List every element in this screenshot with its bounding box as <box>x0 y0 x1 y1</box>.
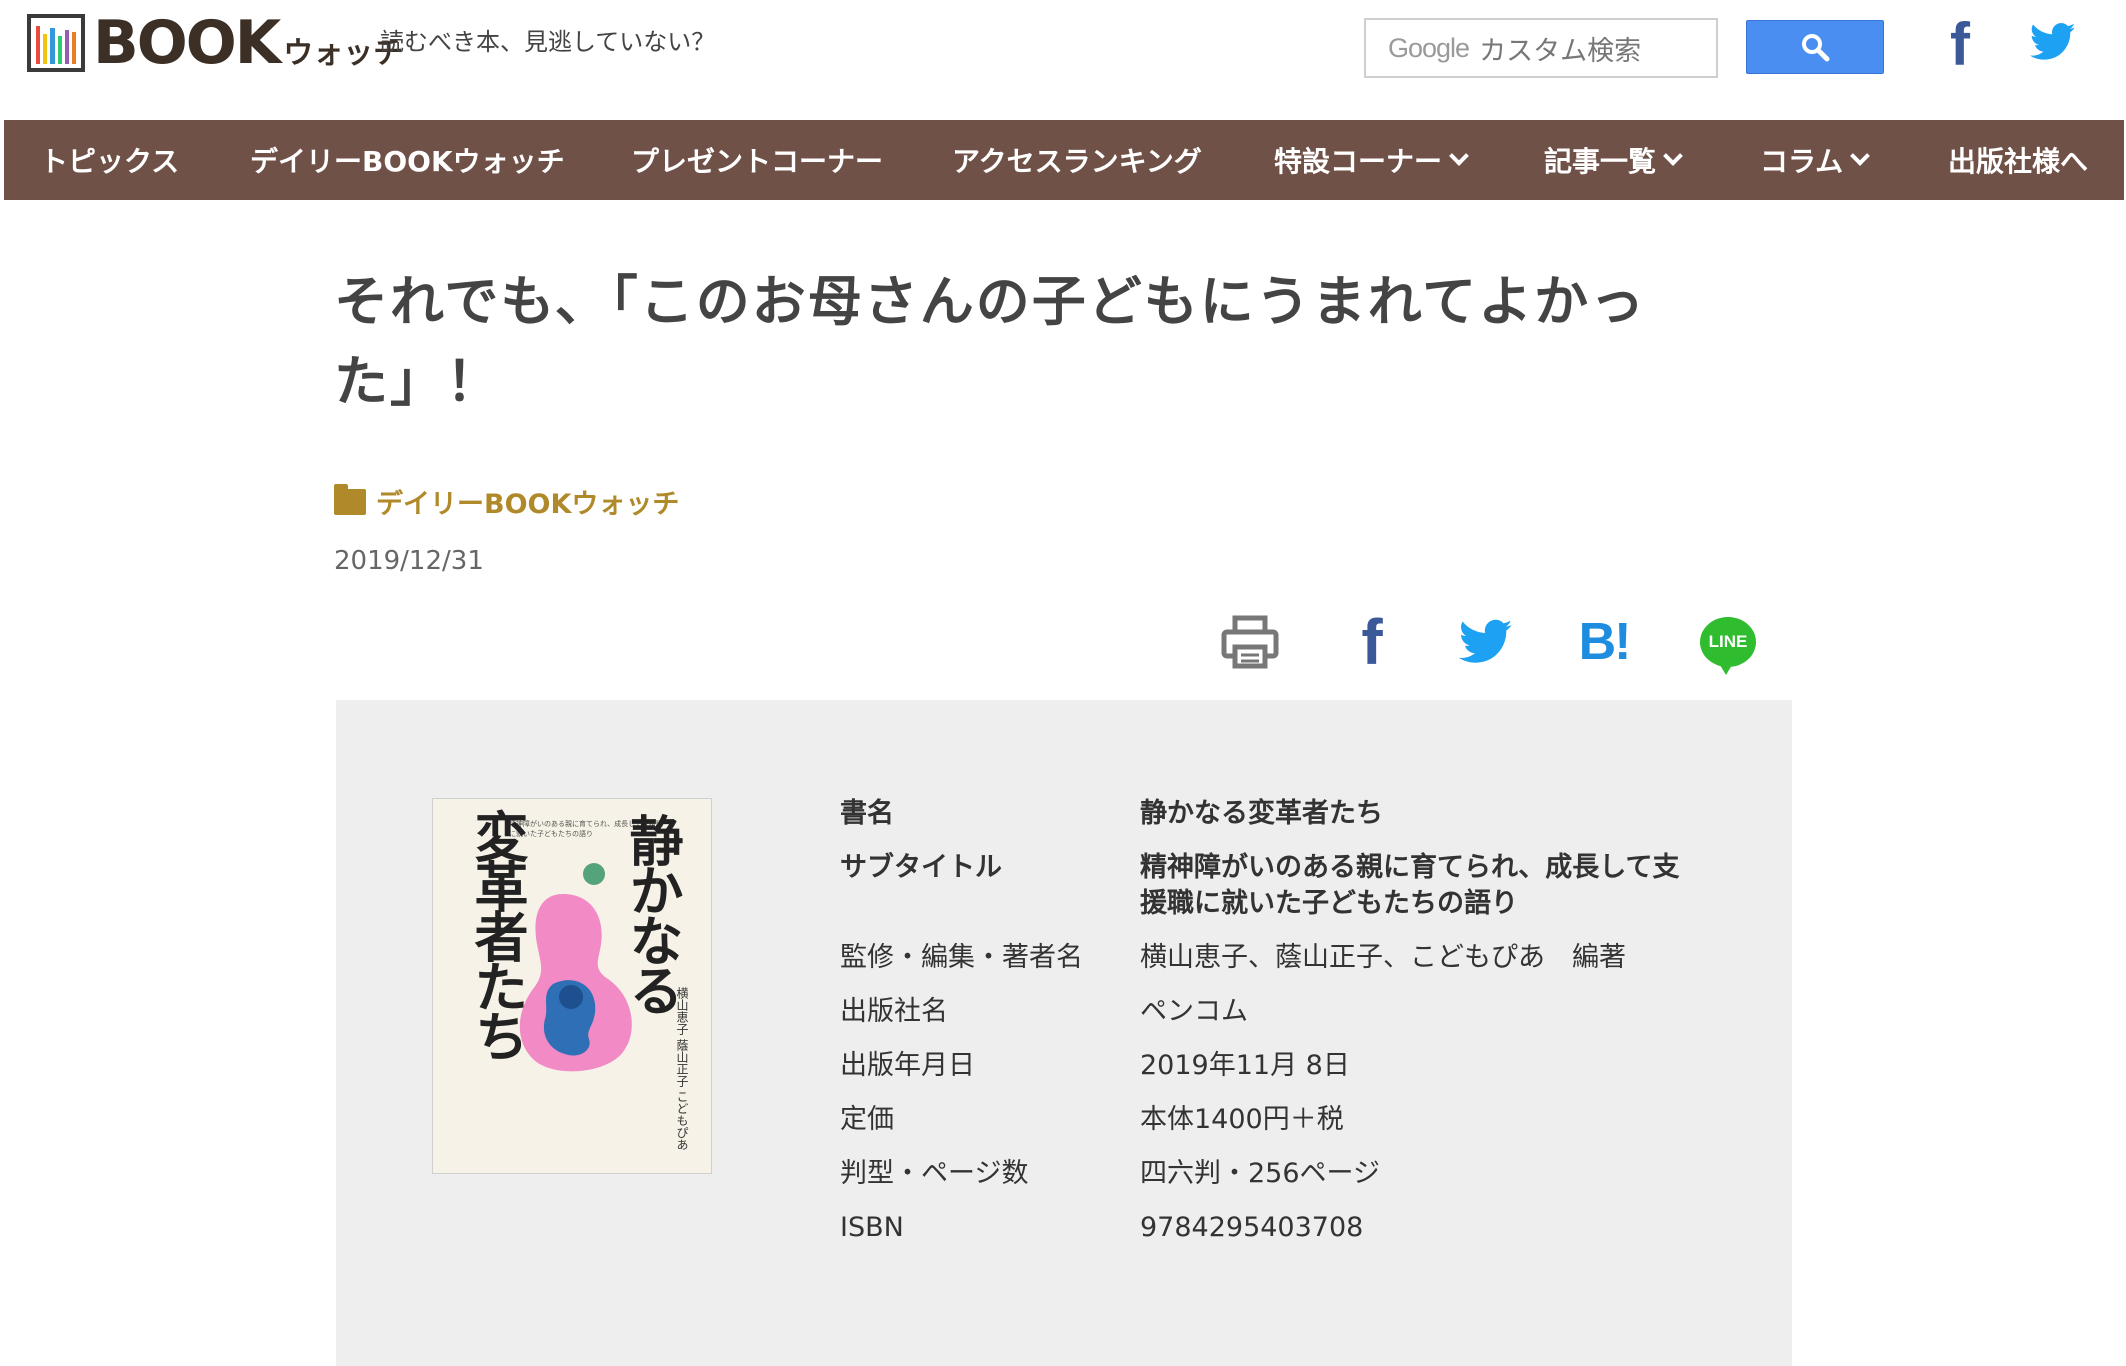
table-row: ISBN 9784295403708 <box>840 1210 1700 1246</box>
share-facebook-icon[interactable]: f <box>1352 606 1392 678</box>
table-row: 書名 静かなる変革者たち <box>840 796 1700 832</box>
book-info-panel: 精神障がいのある親に育てられ、成長して支援職に就いた子どもたちの語り 静かなる … <box>336 700 1792 1366</box>
table-row: 判型・ページ数 四六判・256ページ <box>840 1156 1700 1192</box>
nav-label: 出版社様へ <box>1948 145 2089 178</box>
nav-item-articles[interactable]: 記事一覧 <box>1544 120 1683 200</box>
row-key: 書名 <box>840 798 894 829</box>
article-title-line2: た」！ <box>334 350 502 413</box>
nav-label: トピックス <box>40 145 180 178</box>
chevron-down-icon <box>1663 146 1683 166</box>
table-row: 監修・編集・著者名 横山恵子、蔭山正子、こどもぴあ 編著 <box>840 940 1700 976</box>
search-button[interactable] <box>1746 20 1884 74</box>
print-icon <box>1221 615 1279 669</box>
nav-label: 特設コーナー <box>1274 145 1443 178</box>
nav-label: 記事一覧 <box>1544 145 1657 178</box>
book-details-table: 書名 静かなる変革者たち サブタイトル 精神障がいのある親に育てられ、成長して支… <box>840 796 1700 1264</box>
nav-item-publishers[interactable]: 出版社様へ <box>1948 120 2088 200</box>
facebook-icon[interactable]: f <box>1950 10 1970 79</box>
nav-item-topics[interactable]: トピックス <box>40 120 179 200</box>
nav-item-special[interactable]: 特設コーナー <box>1274 120 1469 200</box>
search-icon <box>1802 34 1830 62</box>
site-header: BOOK ウォッチ 読むべき本、見逃していない？ Google カスタム検索 f <box>0 0 2126 120</box>
table-row: サブタイトル 精神障がいのある親に育てられ、成長して支援職に就いた子どもたちの語… <box>840 850 1700 922</box>
nav-item-daily[interactable]: デイリーBOOKウォッチ <box>250 120 565 200</box>
nav-label: デイリーBOOKウォッチ <box>250 145 565 178</box>
row-key: 出版社名 <box>840 996 948 1027</box>
table-row: 出版年月日 2019年11月 8日 <box>840 1048 1700 1084</box>
logo-text: BOOK <box>93 8 281 78</box>
row-value: 静かなる変革者たち <box>1140 798 1383 829</box>
row-value: 2019年11月 8日 <box>1140 1050 1350 1081</box>
article-category[interactable]: デイリーBOOKウォッチ <box>334 482 679 521</box>
table-row: 出版社名 ペンコム <box>840 994 1700 1030</box>
row-value: 精神障がいのある親に育てられ、成長して支援職に就いた子どもたちの語り <box>1140 852 1680 919</box>
google-label: Google <box>1388 32 1470 63</box>
nav-item-present[interactable]: プレゼントコーナー <box>631 120 883 200</box>
category-label: デイリーBOOKウォッチ <box>376 489 680 520</box>
main-nav: トピックス デイリーBOOKウォッチ プレゼントコーナー アクセスランキング 特… <box>4 120 2124 200</box>
share-line-button[interactable]: LINE <box>1698 612 1758 675</box>
table-row: 定価 本体1400円＋税 <box>840 1102 1700 1138</box>
search-input[interactable]: Google カスタム検索 <box>1364 18 1718 78</box>
book-cover-image[interactable]: 精神障がいのある親に育てられ、成長して支援職に就いた子どもたちの語り 静かなる … <box>432 798 712 1174</box>
twitter-icon[interactable] <box>2029 22 2076 66</box>
row-value: 四六判・256ページ <box>1140 1158 1380 1189</box>
cover-title-left: 変革者たち <box>465 809 528 1059</box>
bookshelf-icon <box>27 14 85 72</box>
row-key: サブタイトル <box>840 852 1002 883</box>
cover-title-right: 静かなる <box>620 813 683 1013</box>
share-hatena-icon[interactable]: B! <box>1572 612 1636 672</box>
nav-item-ranking[interactable]: アクセスランキング <box>952 120 1202 200</box>
row-value: 横山恵子、蔭山正子、こどもぴあ 編著 <box>1140 942 1626 973</box>
site-tagline: 読むべき本、見逃していない？ <box>380 28 716 56</box>
nav-label: アクセスランキング <box>952 145 1202 178</box>
article-title: それでも、「このお母さんの子どもにうまれてよかっ た」！ <box>334 262 1734 422</box>
site-logo[interactable]: BOOK ウォッチ <box>27 8 403 78</box>
row-key: 出版年月日 <box>840 1050 975 1081</box>
article-date: 2019/12/31 <box>334 546 484 576</box>
share-twitter-icon[interactable] <box>1456 612 1516 672</box>
row-value: ペンコム <box>1140 996 1248 1027</box>
cover-authors: 横山恵子 蔭山正子 こどもぴあ <box>675 987 689 1151</box>
row-key: 定価 <box>840 1104 894 1135</box>
row-value: 本体1400円＋税 <box>1140 1104 1344 1135</box>
search-placeholder: カスタム検索 <box>1479 35 1642 67</box>
article-title-line1: それでも、「このお母さんの子どもにうまれてよかっ <box>334 270 1647 333</box>
cover-badge-icon <box>583 863 605 885</box>
row-key: 監修・編集・著者名 <box>840 942 1083 973</box>
print-button[interactable] <box>1220 612 1280 672</box>
nav-item-column[interactable]: コラム <box>1760 120 1871 200</box>
row-key: ISBN <box>840 1212 904 1243</box>
chevron-down-icon <box>1850 146 1871 166</box>
nav-label: コラム <box>1760 145 1844 178</box>
chevron-down-icon <box>1449 146 1469 166</box>
row-value: 9784295403708 <box>1140 1212 1364 1243</box>
row-key: 判型・ページ数 <box>840 1158 1029 1189</box>
line-icon: LINE <box>1700 617 1756 675</box>
folder-icon <box>334 483 366 515</box>
nav-label: プレゼントコーナー <box>631 145 884 178</box>
